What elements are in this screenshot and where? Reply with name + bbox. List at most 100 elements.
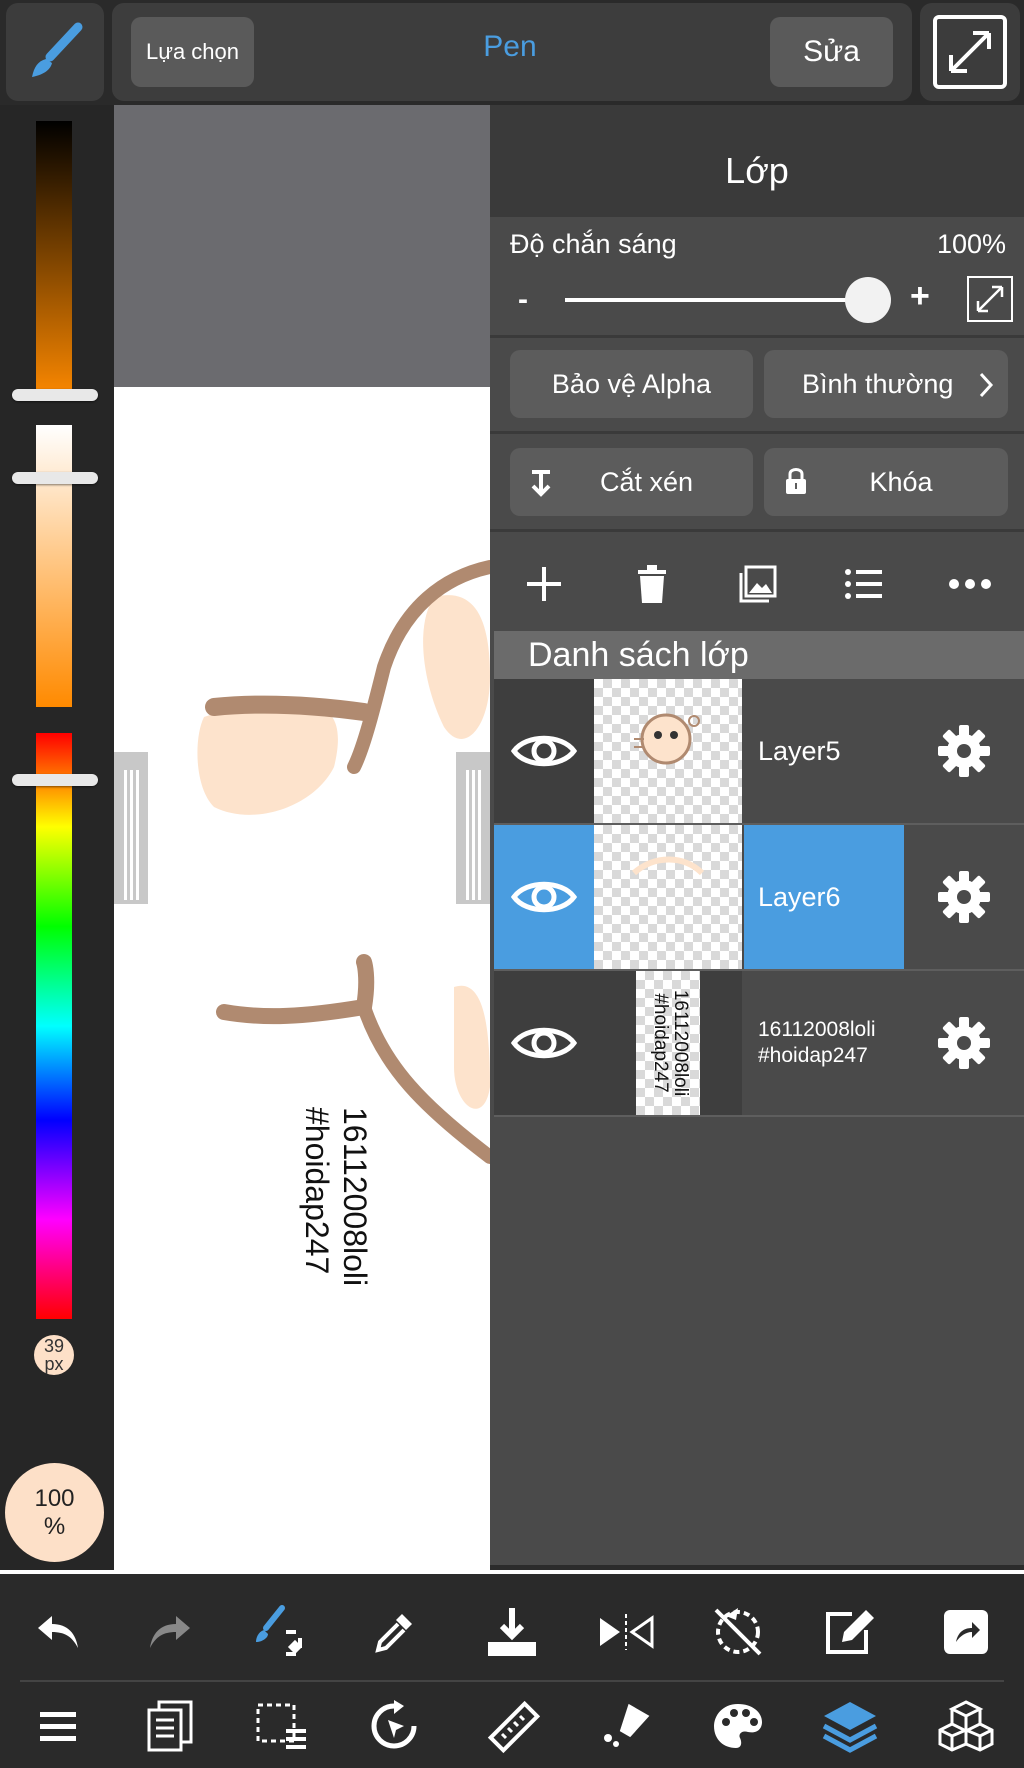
selection-button[interactable]: Lựa chọn xyxy=(131,17,254,87)
current-tool-name[interactable]: Pen xyxy=(420,30,600,64)
menu-button[interactable] xyxy=(20,1688,96,1764)
layer-row[interactable]: 16112008loli #hoidap247 16112008loli #ho… xyxy=(494,971,1024,1117)
layer-settings-button[interactable] xyxy=(904,971,1024,1115)
brush-tool-button[interactable] xyxy=(6,3,104,101)
layers-button[interactable] xyxy=(812,1688,888,1764)
lock-button[interactable]: Khóa xyxy=(764,448,1008,516)
blend-mode-label: Bình thường xyxy=(802,368,954,399)
material-icon xyxy=(938,1700,994,1752)
canvas-background xyxy=(114,105,490,387)
color-palette-button[interactable] xyxy=(700,1688,776,1764)
material-button[interactable] xyxy=(928,1688,1004,1764)
eyedropper-icon xyxy=(375,1614,412,1653)
separator xyxy=(490,431,1024,434)
save-button[interactable] xyxy=(474,1594,550,1670)
color-sidebar: 39 px 100 % xyxy=(0,105,114,1570)
list-icon xyxy=(845,569,882,599)
import-image-button[interactable] xyxy=(724,550,792,618)
layer-settings-button[interactable] xyxy=(904,825,1024,969)
eyedropper-button[interactable] xyxy=(356,1594,432,1670)
alpha-protect-button[interactable]: Bảo vệ Alpha xyxy=(510,350,753,418)
edit-canvas-button[interactable] xyxy=(812,1594,888,1670)
opacity-minus-button[interactable]: - xyxy=(518,283,528,317)
save-icon xyxy=(488,1608,536,1656)
layer-panel: Lớp Độ chắn sáng 100% - + Bảo vệ Alpha B… xyxy=(490,105,1024,1565)
layer-settings-button[interactable] xyxy=(904,679,1024,823)
layer-list-button[interactable] xyxy=(830,550,898,618)
rotate-off-icon xyxy=(714,1608,762,1656)
brush-transform-icon xyxy=(256,1605,303,1656)
edit-box-icon xyxy=(826,1610,874,1654)
saturation-slider[interactable] xyxy=(36,425,72,707)
gear-icon xyxy=(938,725,990,777)
undo-button[interactable] xyxy=(20,1594,96,1670)
flip-button[interactable] xyxy=(588,1594,664,1670)
expand-button[interactable] xyxy=(966,275,1014,323)
rotate-lock-button[interactable] xyxy=(700,1594,776,1670)
layer-row-selected[interactable]: Layer6 xyxy=(494,825,1024,971)
layer-thumbnail xyxy=(594,825,742,969)
flip-icon xyxy=(600,1614,654,1650)
fullscreen-button[interactable] xyxy=(920,3,1020,101)
brush-transform-button[interactable] xyxy=(244,1594,320,1670)
thumbnail-text-line1: 16112008loli xyxy=(670,989,691,1097)
layer5-thumbnail-art xyxy=(634,713,700,765)
top-toolbar: Lựa chọn Pen Sửa xyxy=(0,0,1024,122)
right-drag-tab[interactable] xyxy=(456,752,490,904)
drawing-canvas[interactable]: 16112008loli #hoidap247 xyxy=(114,387,490,1570)
ruler-button[interactable] xyxy=(474,1688,550,1764)
opacity-plus-button[interactable]: + xyxy=(910,277,930,316)
visibility-toggle[interactable] xyxy=(494,825,594,969)
blend-mode-button[interactable]: Bình thường xyxy=(764,350,1008,418)
plus-icon xyxy=(527,567,561,601)
canvas-watermark: 16112008loli #hoidap247 xyxy=(214,1107,414,1286)
delete-layer-button[interactable] xyxy=(618,550,686,618)
toolbar-divider xyxy=(20,1680,1004,1682)
saturation-handle[interactable] xyxy=(12,472,98,484)
selection-tool-button[interactable] xyxy=(244,1688,320,1764)
visibility-toggle[interactable] xyxy=(494,679,594,823)
hue-slider[interactable] xyxy=(36,733,72,1319)
bottom-toolbar xyxy=(0,1570,1024,1768)
lock-icon xyxy=(786,468,806,494)
canvas-artwork xyxy=(197,560,490,1164)
hue-handle[interactable] xyxy=(12,774,98,786)
edit-button[interactable]: Sửa xyxy=(770,17,893,87)
undo-icon xyxy=(38,1616,78,1648)
brush-icon xyxy=(32,22,83,77)
layer-row[interactable]: Layer5 xyxy=(494,679,1024,825)
fill-icon xyxy=(604,1703,650,1747)
share-button[interactable] xyxy=(928,1594,1004,1670)
rotate-canvas-button[interactable] xyxy=(356,1688,432,1764)
fill-tool-button[interactable] xyxy=(588,1688,664,1764)
opacity-slider-handle[interactable] xyxy=(845,277,891,323)
clipping-button[interactable]: Cắt xén xyxy=(510,448,753,516)
layer-list-header: Danh sách lớp xyxy=(494,631,1024,679)
redo-button[interactable] xyxy=(132,1594,208,1670)
thumbnail-text-line2: #hoidap247 xyxy=(650,993,671,1093)
brightness-handle[interactable] xyxy=(12,389,98,401)
opacity-label: Độ chắn sáng xyxy=(510,229,677,259)
rotate-icon xyxy=(371,1700,417,1749)
selection-icon xyxy=(256,1703,306,1749)
palette-icon xyxy=(714,1704,762,1748)
brightness-slider[interactable] xyxy=(36,121,72,401)
brush-size-indicator[interactable]: 39 px xyxy=(34,1335,74,1375)
eye-icon xyxy=(511,1027,577,1059)
add-layer-button[interactable] xyxy=(510,550,578,618)
more-icon xyxy=(949,579,991,589)
layer-thumbnail xyxy=(594,679,742,823)
redo-icon xyxy=(150,1616,190,1648)
thumbnail-text: 16112008loli #hoidap247 xyxy=(646,969,691,1117)
watermark-line1: 16112008loli xyxy=(337,1107,373,1287)
left-drag-tab[interactable] xyxy=(114,752,148,904)
visibility-toggle[interactable] xyxy=(494,971,594,1115)
more-options-button[interactable] xyxy=(936,550,1004,618)
separator xyxy=(490,335,1024,338)
chevron-right-icon xyxy=(979,372,994,398)
pages-button[interactable] xyxy=(132,1688,208,1764)
ruler-icon xyxy=(487,1700,540,1754)
gear-icon xyxy=(938,1017,990,1069)
opacity-slider-track[interactable] xyxy=(565,298,885,302)
brush-opacity-indicator[interactable]: 100 % xyxy=(5,1463,104,1562)
